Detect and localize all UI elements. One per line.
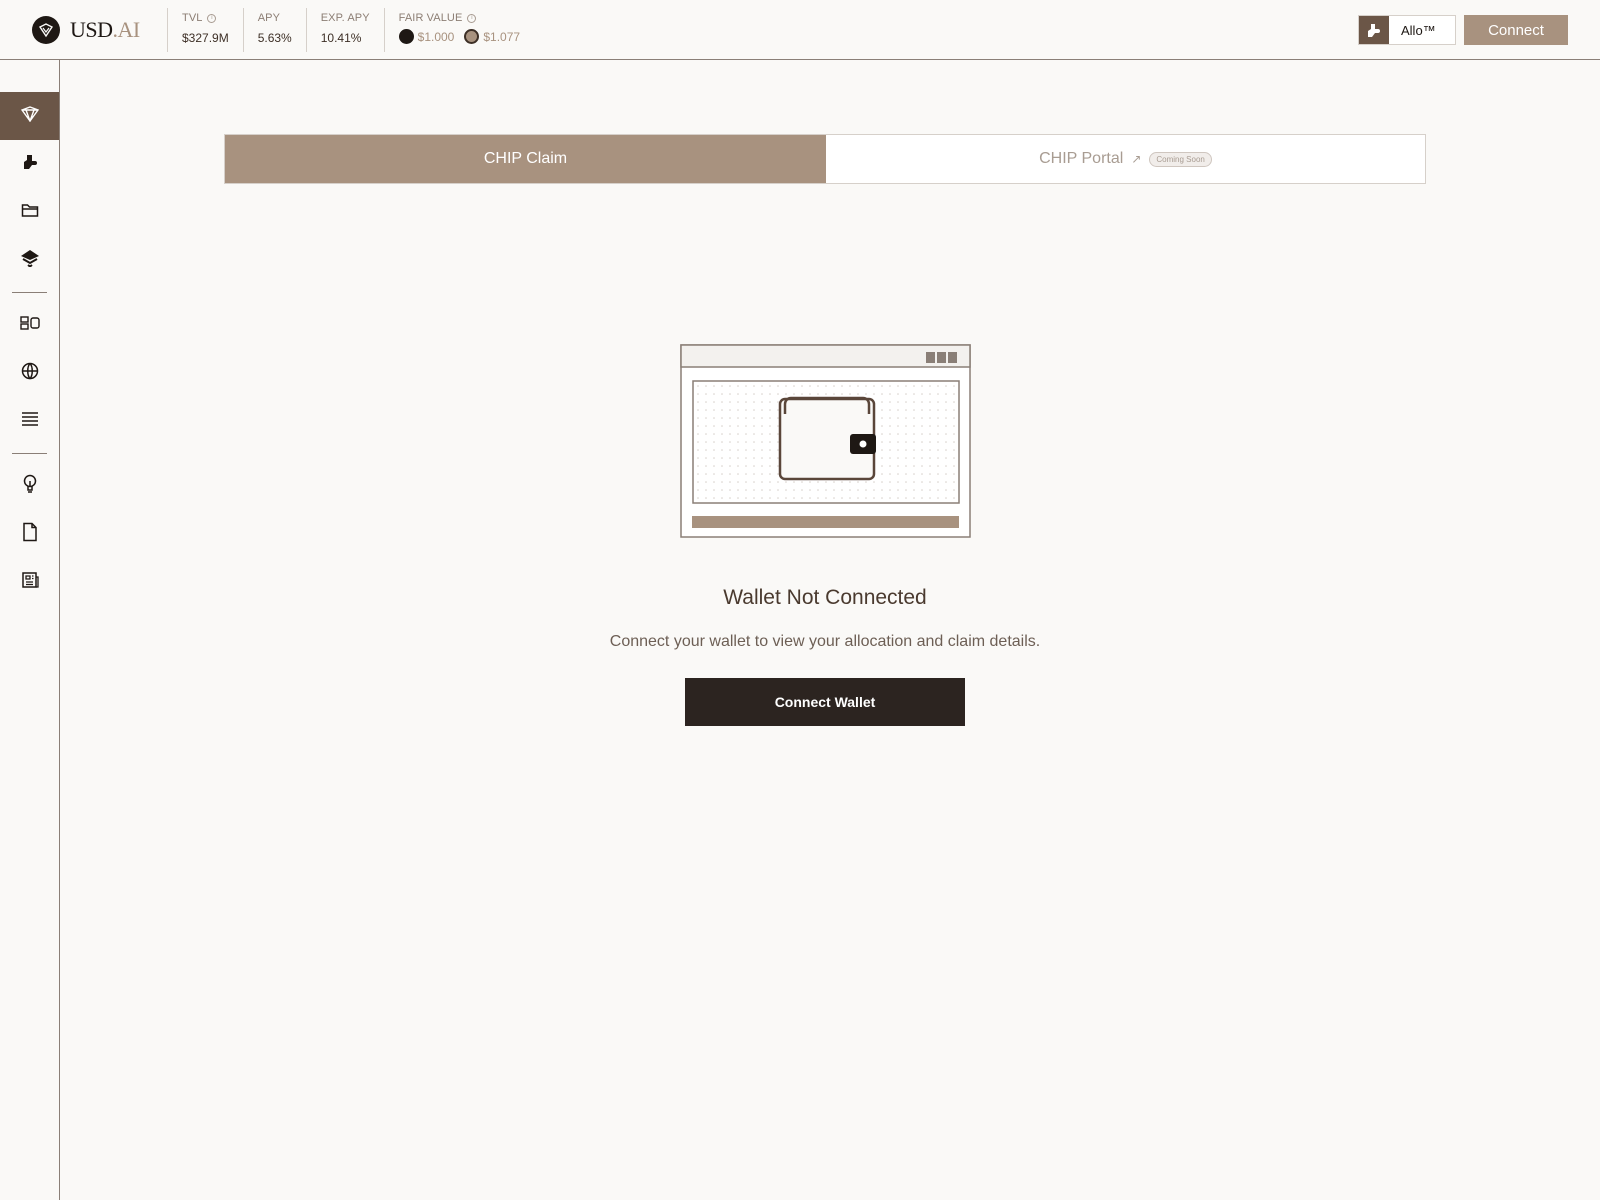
wallet-illustration: [680, 344, 971, 538]
usdai-logo-icon: [32, 16, 60, 44]
allo-button[interactable]: Allo™: [1358, 15, 1456, 45]
stat-apy: APY 5.63%: [242, 8, 306, 52]
sidebar-item-globe[interactable]: [0, 349, 59, 397]
page-subtitle: Connect your wallet to view your allocat…: [609, 633, 1041, 650]
sidebar-divider: [12, 292, 47, 293]
sidebar-item-docs[interactable]: [0, 510, 59, 558]
sidebar-item-layers[interactable]: [0, 236, 59, 284]
usdai-logo-icon: [20, 105, 40, 127]
layers-icon: [20, 249, 40, 272]
sidebar-nav: [0, 60, 60, 1200]
stat-fair-value-label: FAIR VALUE: [398, 12, 463, 24]
stat-tvl-label: TVL: [182, 12, 203, 24]
coming-soon-badge: Coming Soon: [1149, 151, 1212, 167]
stat-apy-label: APY: [257, 12, 281, 24]
sidebar-item-folder[interactable]: [0, 188, 59, 236]
tab-chip-claim-label: CHIP Claim: [483, 150, 568, 167]
sidebar-divider: [12, 453, 47, 454]
globe-icon: [21, 362, 39, 385]
tab-chip-claim[interactable]: CHIP Claim: [225, 135, 826, 183]
list-icon: [21, 411, 39, 432]
fair-value-usdai: $1.000: [417, 29, 455, 44]
stat-exp-apy-label: EXP. APY: [320, 12, 370, 24]
allo-label: Allo™: [1401, 22, 1436, 38]
brand-wordmark: USD.AI: [70, 17, 140, 42]
stat-fair-value: FAIR VALUE i $1.000 $1.077: [383, 8, 544, 52]
sidebar-item-ideas[interactable]: [0, 462, 59, 510]
info-icon[interactable]: i: [467, 13, 477, 23]
page-title: Wallet Not Connected: [723, 586, 927, 609]
connect-button[interactable]: Connect: [1464, 15, 1568, 45]
allo-hand-icon: [22, 153, 38, 176]
lightbulb-icon: [22, 474, 38, 499]
stat-exp-apy: EXP. APY 10.41%: [305, 8, 384, 52]
dashboard-icon: [19, 315, 40, 335]
sidebar-item-dashboard[interactable]: [0, 301, 59, 349]
claim-tabs: CHIP Claim CHIP Portal ↗ Coming Soon: [224, 134, 1426, 184]
sidebar-item-list[interactable]: [0, 397, 59, 445]
tab-chip-portal[interactable]: CHIP Portal ↗ Coming Soon: [826, 135, 1425, 183]
top-header: USD.AI TVL i $327.9M APY 5.63% EXP. APY 1…: [0, 0, 1600, 60]
stat-tvl: TVL i $327.9M: [167, 8, 243, 52]
external-link-icon: ↗: [1131, 152, 1142, 166]
info-icon[interactable]: i: [207, 13, 217, 23]
stat-tvl-value: $327.9M: [182, 31, 229, 45]
tab-chip-portal-label: CHIP Portal: [1039, 150, 1124, 167]
connect-wallet-button[interactable]: Connect Wallet: [685, 678, 965, 726]
brand-logo[interactable]: USD.AI: [32, 16, 140, 44]
usdai-coin-icon: [398, 29, 414, 44]
stat-apy-value: 5.63%: [257, 31, 292, 45]
sidebar-item-usdai[interactable]: [0, 92, 59, 140]
susdai-coin-icon: [464, 29, 480, 44]
document-icon: [22, 522, 38, 547]
fair-value-susdai: $1.077: [483, 29, 521, 44]
stat-exp-apy-value: 10.41%: [320, 31, 362, 45]
protocol-stats: TVL i $327.9M APY 5.63% EXP. APY 10.41% F…: [167, 8, 544, 52]
folder-icon: [21, 202, 39, 223]
allo-hand-icon: [1359, 16, 1389, 44]
sidebar-item-allo[interactable]: [0, 140, 59, 188]
